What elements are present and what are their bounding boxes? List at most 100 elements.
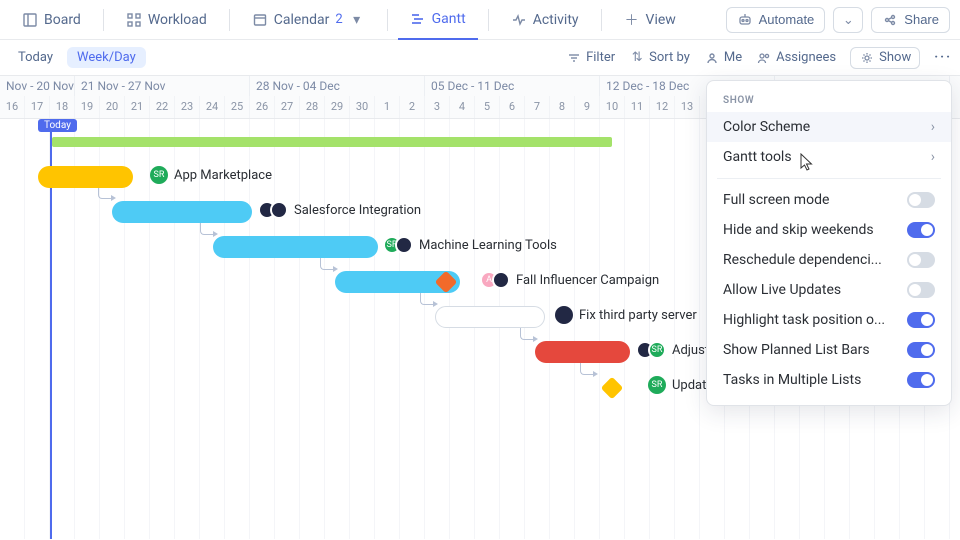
view-tab-label: Workload [148,12,207,28]
sort-button[interactable]: ⇅ Sort by [629,50,690,66]
view-tab-label: Gantt [432,11,466,27]
panel-item-label: Tasks in Multiple Lists [723,372,861,388]
timeline-day: 3 [425,96,450,118]
toggle[interactable] [907,192,935,208]
toolbar-right: Filter ⇅ Sort by Me Assignees Show ··· [566,47,952,69]
panel-item-multi-lists[interactable]: Tasks in Multiple Lists [707,365,951,395]
panel-item-planned-bars[interactable]: Show Planned List Bars [707,335,951,365]
separator [229,9,230,31]
panel-heading: SHOW [707,87,951,112]
today-button[interactable]: Today [8,47,63,68]
panel-item-gantt-tools[interactable]: Gantt tools › [707,142,951,172]
task-label: SR Adjust [636,341,709,359]
task-bar-ml-tools[interactable] [213,236,378,258]
timeline-day: 29 [325,96,350,118]
view-tab-gantt[interactable]: Gantt [398,0,478,40]
gantt-toolbar: Today Week/Day Filter ⇅ Sort by Me Assig… [0,40,960,76]
workload-icon [126,12,142,28]
chevron-down-icon: ▾ [349,12,365,28]
assignees-filter[interactable]: Assignees [756,50,836,66]
panel-item-label: Allow Live Updates [723,282,841,298]
share-button[interactable]: Share [871,7,950,33]
toggle[interactable] [907,342,935,358]
me-filter[interactable]: Me [704,50,742,66]
topbar-right: Automate ⌄ Share [726,7,950,33]
timeline-day: 16 [0,96,25,118]
tool-label: Show [879,50,911,65]
toggle[interactable] [907,252,935,268]
task-bar-salesforce[interactable] [112,201,252,223]
task-bar-app-marketplace[interactable] [38,166,133,188]
timeline-day: 25 [225,96,250,118]
timeline-week: 21 Nov - 27 Nov [75,76,250,96]
timeline-day: 9 [575,96,600,118]
panel-item-label: Full screen mode [723,192,829,208]
panel-item-color-scheme[interactable]: Color Scheme › [707,112,951,142]
automate-button[interactable]: Automate [726,7,826,33]
timeline-day: 17 [25,96,50,118]
timeline-day: 22 [150,96,175,118]
task-label: A Fall Influencer Campaign [480,271,659,289]
avatar-stack: SR [383,236,413,254]
calendar-icon [252,12,268,28]
view-tab-board[interactable]: Board [10,0,93,40]
today-badge: Today [38,119,77,132]
avatar [555,306,573,324]
more-button[interactable]: ··· [934,50,952,65]
timeline-day: 2 [400,96,425,118]
view-tab-label: View [646,12,676,28]
task-bar-adjust[interactable] [535,341,630,363]
timeline-day: 21 [125,96,150,118]
panel-item-highlight[interactable]: Highlight task position o... [707,305,951,335]
panel-item-hide-weekends[interactable]: Hide and skip weekends [707,215,951,245]
timeline-day: 5 [475,96,500,118]
timeline-day: 13 [675,96,700,118]
person-icon [704,50,720,66]
avatar [395,236,413,254]
avatar-stack: A [480,271,510,289]
timeline-day: 12 [650,96,675,118]
filter-button[interactable]: Filter [566,50,615,66]
timeline-day: 30 [350,96,375,118]
task-name: Salesforce Integration [294,203,421,218]
toggle[interactable] [907,312,935,328]
task-name: Fall Influencer Campaign [516,273,659,288]
panel-item-reschedule[interactable]: Reschedule dependenci... [707,245,951,275]
avatar-stack: SR [636,341,666,359]
view-tab-calendar[interactable]: Calendar 2 ▾ [240,0,377,40]
add-view-button[interactable]: ＋ View [612,0,688,40]
board-icon [22,12,38,28]
view-tab-badge: 2 [335,12,342,27]
view-tab-label: Calendar [274,12,330,28]
timeline-day: 18 [50,96,75,118]
timeline-day: 26 [250,96,275,118]
tool-label: Me [724,50,742,65]
view-tab-workload[interactable]: Workload [114,0,219,40]
panel-item-label: Highlight task position o... [723,312,885,328]
cursor-icon [800,153,814,171]
separator [103,9,104,31]
divider [717,178,941,179]
toggle[interactable] [907,282,935,298]
panel-item-fullscreen[interactable]: Full screen mode [707,185,951,215]
show-button[interactable]: Show [850,47,920,69]
timeline-day: 4 [450,96,475,118]
panel-item-live-updates[interactable]: Allow Live Updates [707,275,951,305]
view-tab-label: Activity [533,12,579,28]
gantt-icon [410,11,426,27]
filter-icon [566,50,582,66]
chevron-right-icon: › [931,149,935,165]
weekday-toggle[interactable]: Week/Day [67,47,146,68]
summary-bar[interactable] [52,137,612,147]
view-tab-activity[interactable]: Activity [499,0,591,40]
avatar: SR [648,341,666,359]
activity-icon [511,12,527,28]
avatar: SR [648,376,666,394]
views-bar: Board Workload Calendar 2 ▾ Gantt Activi… [0,0,960,40]
task-name: App Marketplace [174,168,272,183]
toggle[interactable] [907,222,935,238]
task-bar-fix-server[interactable] [435,306,545,328]
toggle[interactable] [907,372,935,388]
timeline-day: 10 [600,96,625,118]
automate-dropdown[interactable]: ⌄ [833,7,863,33]
